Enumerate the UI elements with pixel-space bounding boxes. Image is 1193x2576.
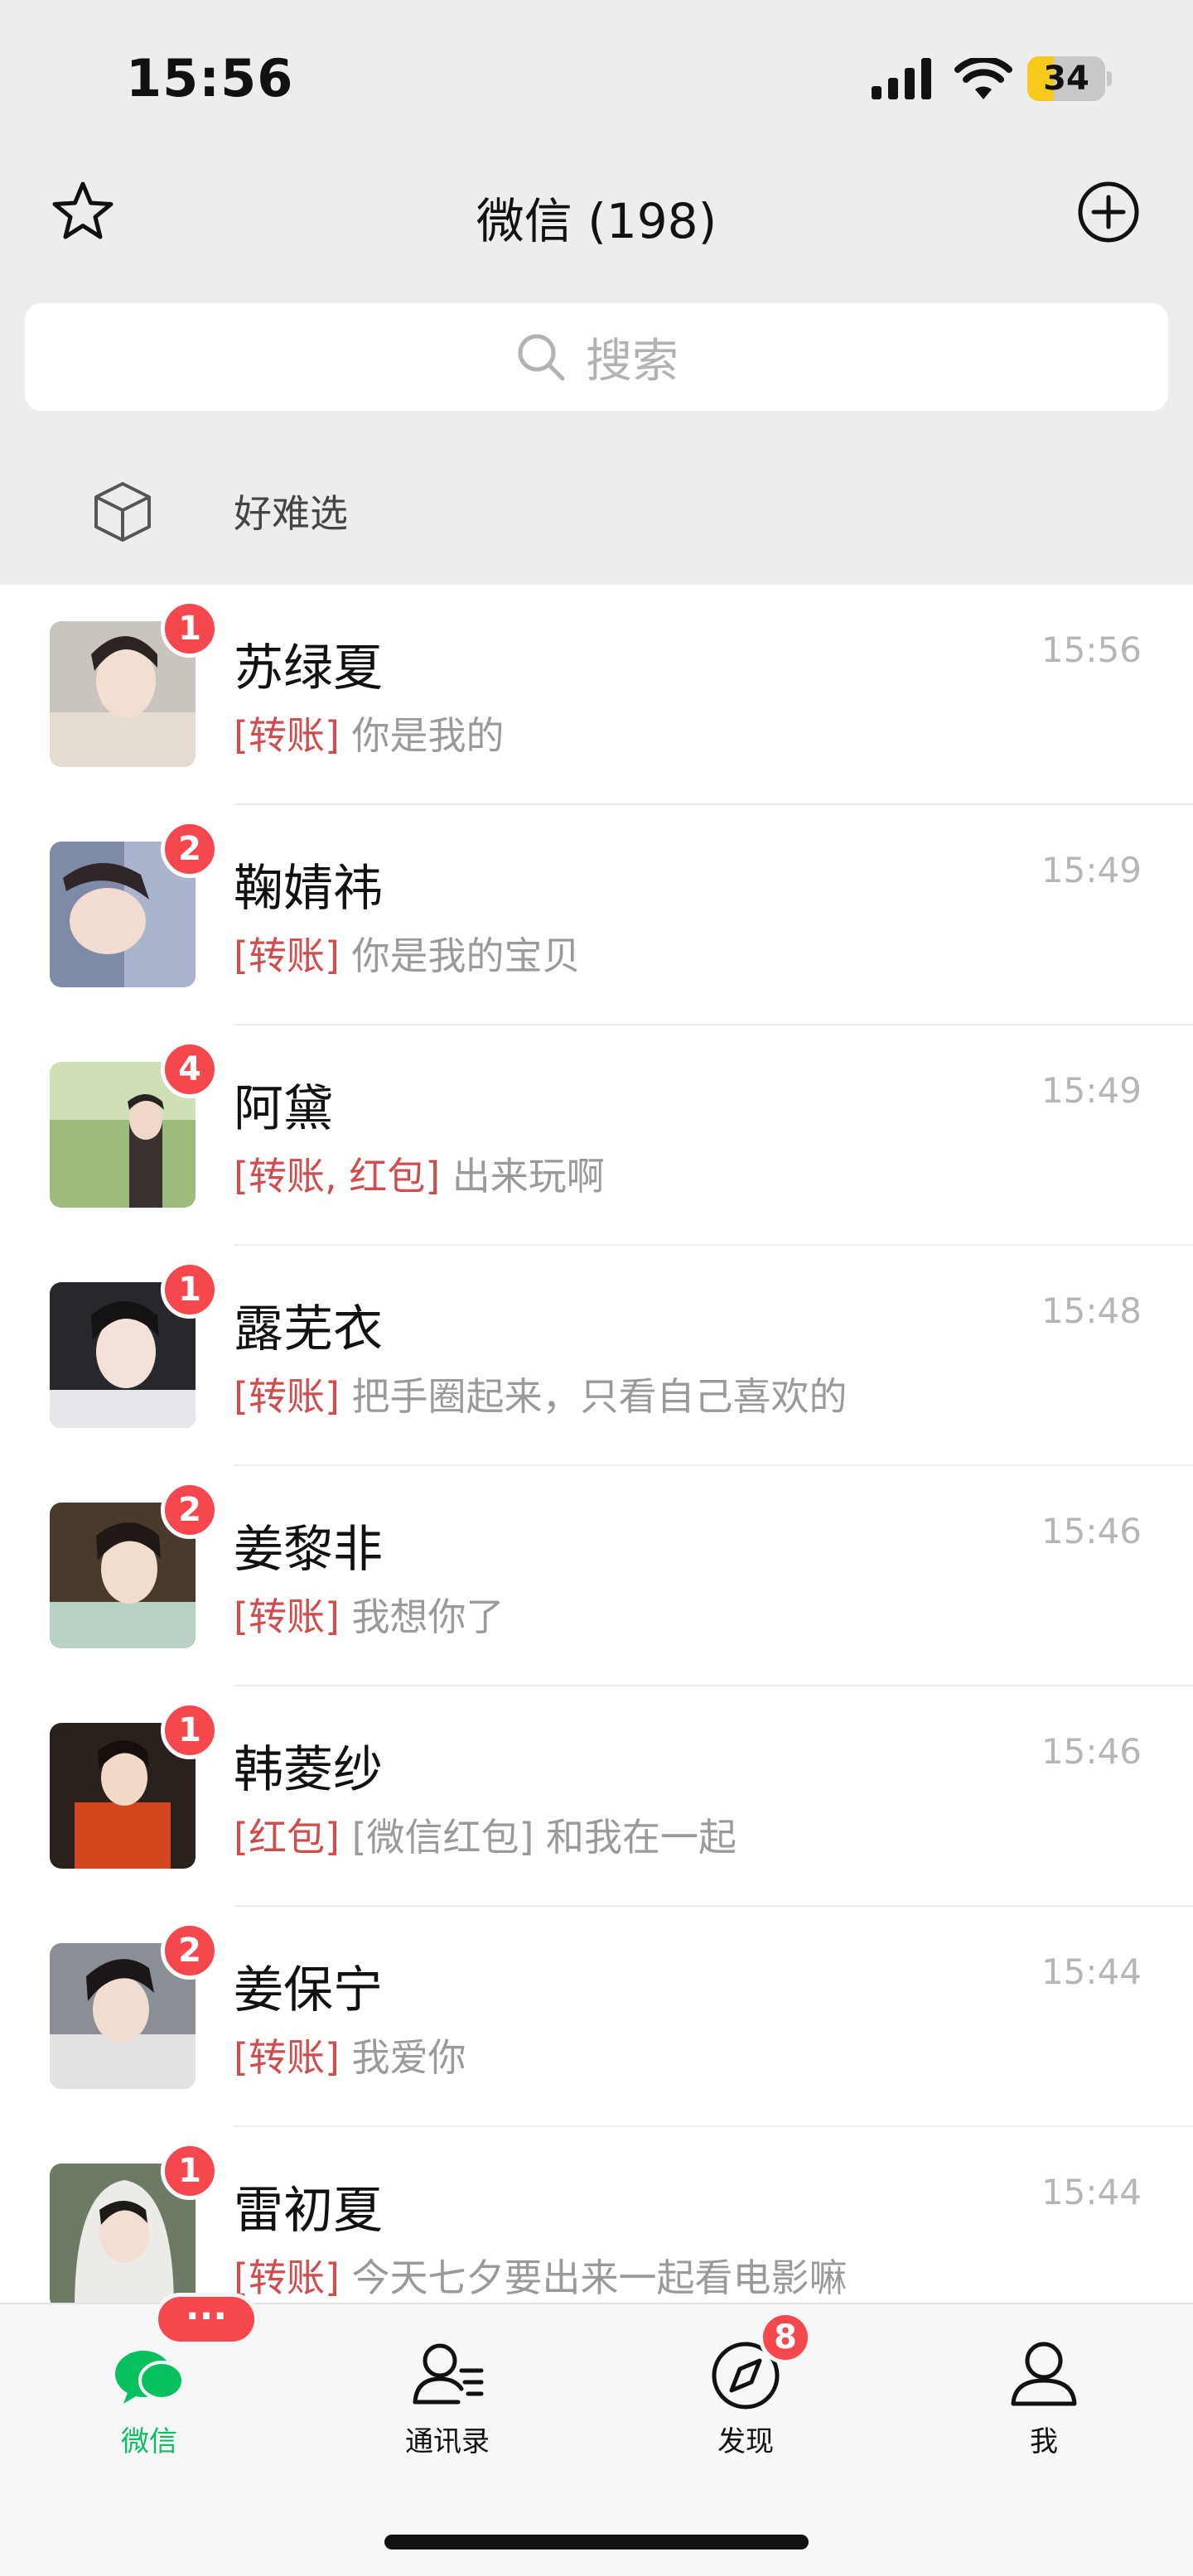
contacts-icon (413, 2343, 484, 2405)
tab-label: 微信 (121, 2425, 177, 2458)
unread-badge: 2 (161, 820, 219, 878)
tab-label: 通讯录 (405, 2425, 490, 2458)
chat-preview: [转账] 我爱你 (234, 2028, 466, 2082)
wifi-icon (954, 58, 1012, 99)
chat-row[interactable]: 2 鞠婧祎 15:49 [转账] 你是我的宝贝 (0, 805, 1193, 1025)
tab-me[interactable]: 我 (895, 2304, 1193, 2470)
unread-badge: 2 (161, 1922, 219, 1980)
message-tag: [转账] (234, 933, 340, 978)
message-tag: [转账, 红包] (234, 1154, 441, 1199)
cellular-signal-icon (872, 58, 931, 99)
chat-preview: [转账] 我想你了 (234, 1587, 505, 1642)
mini-program-bar[interactable]: 好难选 (0, 454, 1193, 562)
message-text: 我爱你 (351, 2035, 466, 2080)
unread-badge: 1 (161, 1261, 219, 1319)
message-text: 今天七夕要出来一起看电影嘛 (351, 2255, 848, 2300)
chat-list: 1 苏绿夏 15:56 [转账] 你是我的 2 鞠婧祎 15:49 [转账] 你… (0, 585, 1193, 2303)
chat-name: 韩菱纱 (234, 1741, 383, 1799)
tab-label: 发现 (717, 2425, 774, 2458)
mini-program-label: 好难选 (234, 491, 348, 536)
message-tag: [转账] (234, 1594, 340, 1639)
message-tag: [转账] (234, 2255, 340, 2300)
search-bar[interactable]: 搜索 (25, 303, 1168, 411)
chat-preview: [转账] 今天七夕要出来一起看电影嘛 (234, 2248, 848, 2303)
chat-time: 15:48 (1041, 1290, 1142, 1331)
message-text: 我想你了 (351, 1594, 505, 1639)
chat-name: 苏绿夏 (234, 639, 383, 697)
chat-name: 雷初夏 (234, 2182, 383, 2240)
chat-row[interactable]: 1 韩菱纱 15:46 [红包] [微信红包] 和我在一起 (0, 1686, 1193, 1907)
chat-row[interactable]: 1 苏绿夏 15:56 [转账] 你是我的 (0, 585, 1193, 805)
chat-preview: [转账] 你是我的宝贝 (234, 926, 581, 981)
chat-time: 15:44 (1041, 1951, 1142, 1992)
add-circle-icon[interactable] (1075, 179, 1142, 245)
chat-name: 姜黎非 (234, 1521, 383, 1579)
message-tag: [转账] (234, 713, 340, 758)
chat-row[interactable]: 4 阿黛 15:49 [转账, 红包] 出来玩啊 (0, 1025, 1193, 1246)
message-tag: [转账] (234, 1374, 340, 1419)
message-text: 把手圈起来，只看自己喜欢的 (351, 1374, 848, 1419)
chat-preview: [转账] 你是我的 (234, 706, 505, 760)
chat-time: 15:44 (1041, 2172, 1142, 2212)
wechat-screen: 15:56 34 微信 (198) 搜索 好难选 1 苏绿夏 15:56 [转账… (0, 0, 1193, 2576)
chat-row[interactable]: 1 露芜衣 15:48 [转账] 把手圈起来，只看自己喜欢的 (0, 1246, 1193, 1466)
unread-badge: 1 (161, 2142, 219, 2200)
message-text: [微信红包] 和我在一起 (351, 1815, 737, 1860)
unread-badge: 1 (161, 600, 219, 658)
status-bar: 15:56 34 (0, 0, 1193, 149)
discover-badge: 8 (759, 2311, 812, 2364)
chat-name: 阿黛 (234, 1080, 333, 1138)
message-text: 出来玩啊 (452, 1154, 605, 1199)
chat-preview: [红包] [微信红包] 和我在一起 (234, 1807, 737, 1862)
chat-name: 姜保宁 (234, 1961, 383, 2019)
home-indicator (384, 2535, 809, 2549)
chat-preview: [转账, 红包] 出来玩啊 (234, 1146, 605, 1201)
chat-preview: [转账] 把手圈起来，只看自己喜欢的 (234, 1367, 848, 1421)
tab-label: 我 (1030, 2425, 1058, 2458)
unread-dots-badge: ··· (154, 2293, 258, 2346)
message-tag: [转账] (234, 2035, 340, 2080)
cube-icon (94, 482, 151, 542)
message-tag: [红包] (234, 1815, 340, 1860)
tab-chats[interactable]: ··· 微信 (0, 2293, 298, 2470)
chat-bubbles-icon (115, 2351, 185, 2404)
unread-badge: 4 (161, 1040, 219, 1098)
chat-time: 15:56 (1041, 630, 1142, 670)
app-header: 微信 (198) (0, 166, 1193, 257)
message-text: 你是我的宝贝 (351, 933, 581, 978)
search-placeholder: 搜索 (586, 334, 679, 388)
unread-badge: 2 (161, 1481, 219, 1539)
chat-time: 15:46 (1041, 1511, 1142, 1551)
chat-time: 15:46 (1041, 1731, 1142, 1772)
chat-name: 鞠婧祎 (234, 860, 383, 918)
chat-time: 15:49 (1041, 850, 1142, 890)
chat-time: 15:49 (1041, 1070, 1142, 1111)
page-title: 微信 (198) (476, 193, 717, 249)
unread-badge: 1 (161, 1701, 219, 1759)
chat-row[interactable]: 2 姜保宁 15:44 [转账] 我爱你 (0, 1907, 1193, 2127)
status-time: 15:56 (126, 48, 294, 109)
message-text: 你是我的 (351, 713, 505, 758)
battery-percent: 34 (1043, 60, 1089, 98)
chat-row[interactable]: 1 雷初夏 15:44 [转账] 今天七夕要出来一起看电影嘛 (0, 2127, 1193, 2303)
battery-indicator: 34 (1027, 56, 1112, 101)
person-icon (1011, 2342, 1077, 2406)
tab-contacts[interactable]: 通讯录 (298, 2304, 596, 2470)
chat-row[interactable]: 2 姜黎非 15:46 [转账] 我想你了 (0, 1466, 1193, 1686)
tab-discover[interactable]: 8 发现 (596, 2304, 895, 2470)
chat-name: 露芜衣 (234, 1300, 383, 1358)
search-icon (518, 334, 565, 381)
